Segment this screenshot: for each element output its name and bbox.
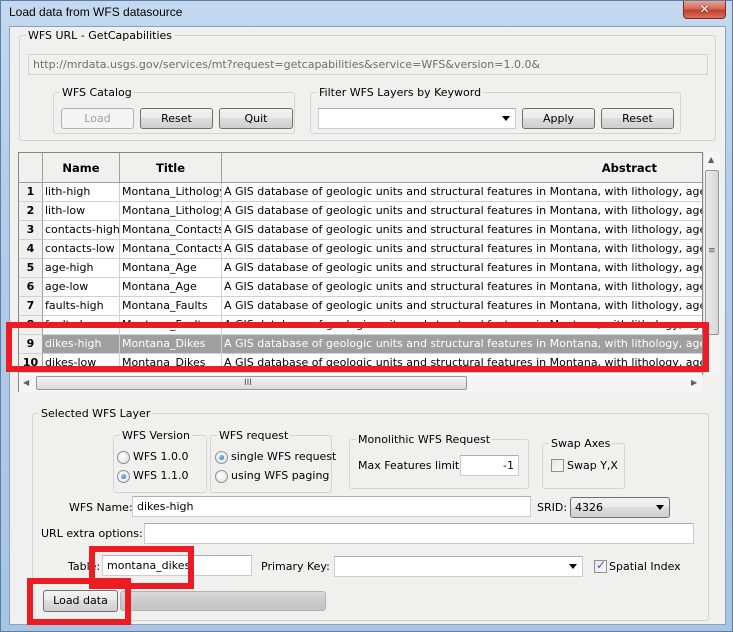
cell-abstract: A GIS database of geologic units and str… <box>222 183 702 202</box>
primary-key-label: Primary Key: <box>261 560 330 573</box>
load-progress-bar <box>120 591 326 611</box>
wfs-request-legend: WFS request <box>219 429 289 442</box>
cell-title: Montana_Contacts <box>120 221 222 240</box>
keyword-combobox[interactable] <box>318 108 516 129</box>
cell-name: contacts-low <box>43 240 120 259</box>
radio-single-request[interactable] <box>215 451 228 464</box>
close-button[interactable]: ✕ <box>683 1 726 19</box>
filter-legend: Filter WFS Layers by Keyword <box>319 86 482 99</box>
chevron-down-icon <box>502 116 510 121</box>
grip-icon: ≡ <box>708 246 716 256</box>
close-icon: ✕ <box>699 2 710 16</box>
table-horizontal-scrollbar[interactable]: ◀ III ▶ <box>19 375 703 392</box>
swap-axes-legend: Swap Axes <box>551 437 611 450</box>
cell-abstract: A GIS database of geologic units and str… <box>222 221 702 240</box>
cell-abstract: A GIS database of geologic units and str… <box>222 240 702 259</box>
radio-wfs-paging-label: using WFS paging <box>231 469 330 482</box>
filter-reset-button[interactable]: Reset <box>601 108 674 129</box>
selected-layer-legend: Selected WFS Layer <box>41 407 151 420</box>
row-number: 1 <box>19 183 43 202</box>
corner-header <box>19 153 43 183</box>
cell-name: age-high <box>43 259 120 278</box>
srid-value: 4326 <box>575 501 603 514</box>
monolithic-legend: Monolithic WFS Request <box>358 433 491 446</box>
column-header-abstract[interactable]: Abstract <box>222 153 702 183</box>
wfs-url-field[interactable]: http://mrdata.usgs.gov/services/mt?reque… <box>28 54 708 75</box>
cell-title: Montana_Age <box>120 259 222 278</box>
wfs-name-label: WFS Name: <box>69 501 133 514</box>
srid-label: SRID: <box>537 501 568 514</box>
radio-wfs-1-0-0-label: WFS 1.0.0 <box>133 450 189 463</box>
column-header-name[interactable]: Name <box>43 153 120 183</box>
scroll-left-icon[interactable]: ◀ <box>23 378 29 387</box>
wfs-name-input[interactable]: dikes-high <box>132 496 531 517</box>
cell-abstract: A GIS database of geologic units and str… <box>222 278 702 297</box>
row-number: 7 <box>19 297 43 316</box>
wfs-catalog-legend: WFS Catalog <box>62 86 132 99</box>
max-features-input[interactable]: -1 <box>460 455 519 476</box>
cell-name: contacts-high <box>43 221 120 240</box>
cell-name: faults-high <box>43 297 120 316</box>
swap-yx-checkbox[interactable] <box>551 459 564 472</box>
grip-icon: III <box>244 378 252 388</box>
spatial-index-checkbox[interactable] <box>594 558 607 573</box>
radio-wfs-1-1-0[interactable] <box>117 470 130 483</box>
window-title: Load data from WFS datasource <box>9 5 183 19</box>
horizontal-scroll-thumb[interactable]: III <box>36 376 467 390</box>
filter-apply-button[interactable]: Apply <box>522 108 595 129</box>
cell-abstract: A GIS database of geologic units and str… <box>222 297 702 316</box>
scroll-up-icon[interactable]: ▲ <box>708 155 714 164</box>
cell-title: Montana_Age <box>120 278 222 297</box>
spatial-index-label: Spatial Index <box>609 560 681 573</box>
radio-wfs-paging[interactable] <box>215 470 228 483</box>
cell-abstract: A GIS database of geologic units and str… <box>222 259 702 278</box>
radio-wfs-1-1-0-label: WFS 1.1.0 <box>133 469 189 482</box>
chevron-down-icon <box>569 564 577 569</box>
row-number: 5 <box>19 259 43 278</box>
cell-name: lith-high <box>43 183 120 202</box>
chevron-down-icon <box>656 505 664 510</box>
column-header-title[interactable]: Title <box>120 153 222 183</box>
wfs-url-legend: WFS URL - GetCapabilities <box>28 29 173 42</box>
catalog-reset-button[interactable]: Reset <box>140 108 213 129</box>
annotation-box-load-data <box>27 578 131 625</box>
row-number: 3 <box>19 221 43 240</box>
catalog-load-button[interactable]: Load <box>61 108 134 129</box>
cell-name: lith-low <box>43 202 120 221</box>
primary-key-combobox[interactable] <box>334 556 583 577</box>
title-bar: Load data from WFS datasource ✕ <box>1 1 732 25</box>
catalog-quit-button[interactable]: Quit <box>219 108 293 129</box>
cell-name: age-low <box>43 278 120 297</box>
row-number: 6 <box>19 278 43 297</box>
cell-title: Montana_Contacts <box>120 240 222 259</box>
row-number: 2 <box>19 202 43 221</box>
cell-title: Montana_Lithology <box>120 202 222 221</box>
annotation-box-selected-row <box>6 322 709 372</box>
url-extra-label: URL extra options: <box>41 527 143 540</box>
swap-yx-label: Swap Y,X <box>567 459 618 472</box>
cell-abstract: A GIS database of geologic units and str… <box>222 202 702 221</box>
dialog-window: Load data from WFS datasource ✕ WFS URL … <box>0 0 733 632</box>
row-number: 4 <box>19 240 43 259</box>
url-extra-input[interactable] <box>144 523 694 544</box>
scroll-right-icon[interactable]: ▶ <box>691 378 697 387</box>
radio-wfs-1-0-0[interactable] <box>117 451 130 464</box>
radio-single-request-label: single WFS request <box>231 450 337 463</box>
wfs-version-legend: WFS Version <box>122 429 190 442</box>
srid-select[interactable]: 4326 <box>570 497 670 518</box>
cell-title: Montana_Faults <box>120 297 222 316</box>
max-features-label: Max Features limit: <box>358 459 463 472</box>
vertical-scroll-thumb[interactable]: ≡ <box>705 170 719 335</box>
cell-title: Montana_Lithology <box>120 183 222 202</box>
